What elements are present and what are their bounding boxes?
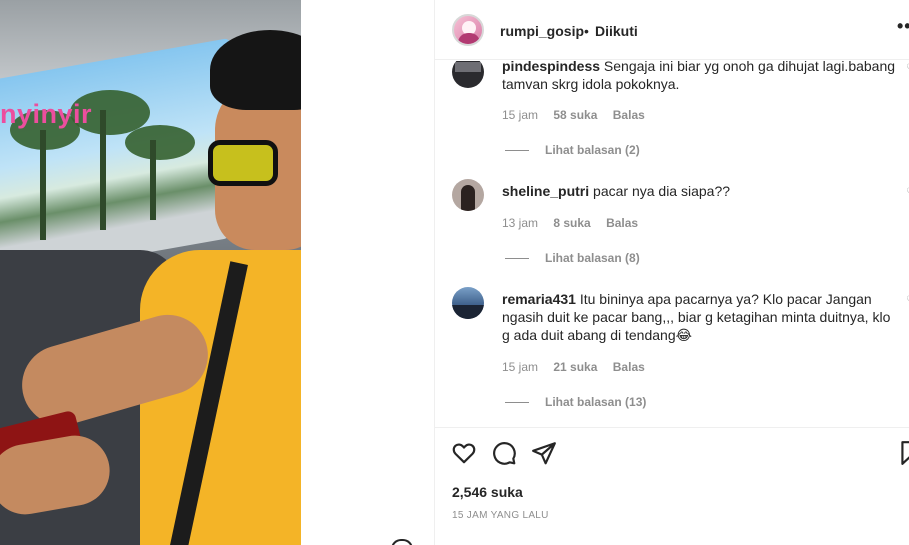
comment-time: 15 jam: [502, 108, 539, 122]
more-options-icon[interactable]: •••: [897, 16, 909, 37]
view-replies-button[interactable]: Lihat balasan (2): [505, 143, 640, 157]
comment-icon[interactable]: [491, 440, 517, 466]
comment-time: 15 jam: [502, 360, 539, 374]
palm-trunk: [40, 130, 46, 240]
author-username[interactable]: rumpi_gosip: [500, 23, 584, 39]
post-actions: 2,546 suka 15 JAM YANG LALU: [435, 427, 909, 545]
comment-body: pacar nya dia siapa??: [593, 183, 731, 199]
comment-likes[interactable]: 58 suka: [553, 108, 597, 122]
post-header: rumpi_gosip • Diikuti •••: [435, 0, 909, 60]
view-replies-label: Lihat balasan (13): [545, 395, 647, 409]
follow-status-button[interactable]: Diikuti: [595, 23, 638, 39]
commenter-avatar[interactable]: [452, 179, 484, 211]
view-replies-label: Lihat balasan (2): [545, 143, 640, 157]
comment-time: 13 jam: [502, 216, 539, 230]
commenter-avatar[interactable]: [452, 61, 484, 88]
palm-leaves: [125, 125, 195, 160]
sunglasses: [208, 140, 278, 186]
reply-button[interactable]: Balas: [613, 360, 645, 374]
commenter-username[interactable]: remaria431: [502, 291, 576, 307]
view-replies-label: Lihat balasan (8): [545, 251, 640, 265]
commenter-username[interactable]: sheline_putri: [502, 183, 589, 199]
post-video[interactable]: nyinyir: [0, 0, 301, 545]
reply-button[interactable]: Balas: [613, 108, 645, 122]
reply-button[interactable]: Balas: [606, 216, 638, 230]
view-replies-button[interactable]: Lihat balasan (13): [505, 395, 646, 409]
comment-meta: 13 jam 8 suka Balas: [502, 216, 650, 230]
commenter-username[interactable]: pindespindess: [502, 61, 600, 74]
loading-spinner-icon: [391, 539, 413, 545]
heart-icon[interactable]: [451, 440, 477, 466]
palm-trunk: [150, 140, 156, 220]
replies-divider: [505, 402, 529, 404]
comment-likes[interactable]: 21 suka: [553, 360, 597, 374]
header-separator: •: [584, 23, 589, 39]
palm-trunk: [100, 110, 106, 230]
replies-divider: [505, 258, 529, 260]
comment-meta: 15 jam 58 suka Balas: [502, 108, 657, 122]
post-panel: rumpi_gosip • Diikuti ••• pindespindess …: [434, 0, 909, 545]
post-timestamp: 15 JAM YANG LALU: [452, 510, 549, 521]
share-icon[interactable]: [531, 440, 557, 466]
comments-list[interactable]: pindespindess Sengaja ini biar yg onoh g…: [435, 61, 909, 426]
comment-meta: 15 jam 21 suka Balas: [502, 360, 657, 374]
comment-likes[interactable]: 8 suka: [553, 216, 590, 230]
author-avatar[interactable]: [452, 14, 484, 46]
comment-text: pindespindess Sengaja ini biar yg onoh g…: [502, 61, 902, 93]
commenter-avatar[interactable]: [452, 287, 484, 319]
likes-count[interactable]: 2,546 suka: [452, 484, 523, 500]
bookmark-icon[interactable]: [897, 440, 909, 466]
view-replies-button[interactable]: Lihat balasan (8): [505, 251, 640, 265]
video-watermark: nyinyir: [0, 99, 93, 129]
comment-text: sheline_putri pacar nya dia siapa??: [502, 182, 902, 200]
car-window: [0, 37, 230, 283]
replies-divider: [505, 150, 529, 152]
comment-text: remaria431 Itu bininya apa pacarnya ya? …: [502, 290, 902, 344]
